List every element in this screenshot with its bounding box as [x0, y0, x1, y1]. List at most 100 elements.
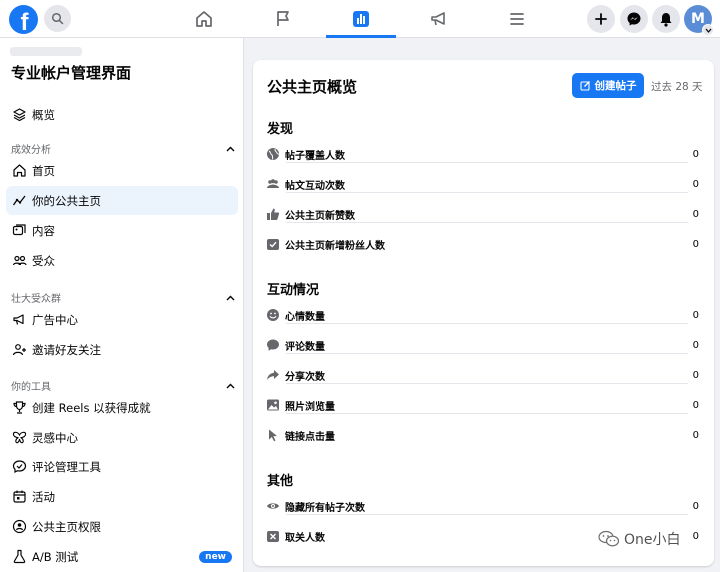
layers-icon: [11, 106, 28, 123]
home-icon: [196, 11, 212, 27]
plus-icon: [595, 13, 607, 25]
sidebar-item-label: 概览: [32, 107, 55, 122]
sidebar-item-inspiration-hub[interactable]: 灵感中心: [6, 423, 238, 452]
share-icon: [265, 367, 281, 383]
metric-label: 隐藏所有帖子次数: [285, 502, 365, 514]
unfollow-icon: [265, 528, 281, 544]
divider: [286, 192, 688, 193]
section-header-your-tools[interactable]: 你的工具: [11, 378, 235, 393]
sidebar-item-label: 首页: [32, 163, 55, 178]
section-title: 壮大受众群: [11, 294, 61, 305]
metric-value: 0: [692, 369, 699, 381]
divider: [286, 514, 688, 515]
flag-icon: [277, 11, 289, 26]
metric-label: 帖文互动次数: [285, 180, 345, 192]
sidebar-item-label: 评论管理工具: [32, 459, 101, 474]
create-post-button[interactable]: 创建帖子: [572, 73, 644, 98]
sidebar-item-ad-center[interactable]: 广告中心: [6, 305, 238, 334]
chevron-up-icon: [226, 295, 235, 300]
divider: [286, 383, 688, 384]
sidebar-item-label: 受众: [32, 253, 55, 268]
sidebar-item-create-reels[interactable]: 创建 Reels 以获得成就: [6, 393, 238, 422]
metric-row[interactable]: 公共主页新增粉丝人数 0: [265, 232, 701, 256]
section-title: 你的工具: [11, 382, 51, 393]
metric-value: 0: [692, 530, 699, 542]
tab-insights[interactable]: [326, 0, 396, 38]
flask-icon: [11, 548, 28, 565]
sidebar-item-label: 创建 Reels 以获得成就: [32, 400, 151, 415]
sidebar-item-audience[interactable]: 受众: [6, 246, 238, 275]
edit-icon: [579, 81, 590, 91]
butterfly-icon: [11, 429, 28, 446]
sidebar-item-your-page[interactable]: 你的公共主页: [6, 186, 238, 215]
tab-home[interactable]: [169, 0, 239, 38]
content-icon: [11, 222, 28, 239]
sidebar-item-label: 内容: [32, 223, 55, 238]
new-badge: new: [199, 550, 232, 563]
metric-value: 0: [692, 339, 699, 351]
account-menu-icon[interactable]: [702, 24, 714, 36]
watermark: One小白: [598, 529, 681, 549]
date-range-selector[interactable]: 过去 28 天: [651, 79, 703, 94]
people-icon: [265, 176, 281, 192]
globe-icon: [265, 146, 281, 162]
menu-icon: [510, 13, 524, 25]
wechat-icon: [598, 530, 620, 547]
sidebar-item-label: 你的公共主页: [32, 193, 101, 208]
page-overview-card: 公共主页概览 创建帖子 过去 28 天 发现 帖子覆盖人数 0 帖文互动次数 0…: [253, 60, 714, 566]
metric-row[interactable]: 链接点击量 0: [265, 423, 701, 447]
create-button[interactable]: [587, 5, 615, 33]
notifications-button[interactable]: [652, 5, 680, 33]
calendar-icon: [11, 488, 28, 505]
sidebar-item-label: 活动: [32, 489, 55, 504]
facebook-logo-icon[interactable]: f: [9, 5, 38, 34]
metric-label: 公共主页新赞数: [285, 210, 355, 222]
group-title-engagement: 互动情况: [267, 283, 320, 298]
follow-check-icon: [265, 236, 281, 252]
sidebar-item-content[interactable]: 内容: [6, 216, 238, 245]
section-header-performance[interactable]: 成效分析: [11, 141, 235, 156]
search-icon[interactable]: [44, 5, 71, 32]
metric-value: 0: [692, 500, 699, 512]
sidebar-item-invite-friends[interactable]: 邀请好友关注: [6, 335, 238, 364]
svg-text:f: f: [21, 9, 30, 34]
comment-icon: [265, 337, 281, 353]
metric-value: 0: [692, 238, 699, 250]
eye-icon: [265, 498, 281, 514]
tab-pages[interactable]: [248, 0, 318, 38]
tab-ads[interactable]: [404, 0, 474, 38]
avatar-initial: M: [691, 11, 705, 27]
metric-label: 照片浏览量: [285, 401, 335, 413]
blurred-page-name: [10, 47, 82, 56]
sidebar-item-page-permissions[interactable]: 公共主页权限: [6, 512, 238, 541]
metric-value: 0: [692, 148, 699, 160]
photo-icon: [265, 397, 281, 413]
sidebar-item-events[interactable]: 活动: [6, 482, 238, 511]
trend-line-icon: [11, 192, 28, 209]
megaphone-icon: [11, 311, 28, 328]
sidebar: 专业帐户管理界面 概览 成效分析 首页 你的公共主页 内容 受众 壮大受众群 广…: [0, 38, 244, 572]
metric-value: 0: [692, 399, 699, 411]
metric-label: 帖子覆盖人数: [285, 150, 345, 162]
metric-value: 0: [692, 178, 699, 190]
create-post-label: 创建帖子: [594, 80, 637, 92]
metric-label: 评论数量: [285, 341, 325, 353]
person-shield-icon: [11, 518, 28, 535]
trophy-icon: [11, 399, 28, 416]
messenger-button[interactable]: [620, 5, 648, 33]
section-header-grow-audience[interactable]: 壮大受众群: [11, 290, 235, 305]
sidebar-item-ab-test[interactable]: A/B 测试 new: [6, 542, 238, 571]
divider: [286, 353, 688, 354]
sidebar-item-label: 公共主页权限: [32, 519, 101, 534]
messenger-icon: [627, 12, 641, 26]
sidebar-item-comment-moderation[interactable]: 评论管理工具: [6, 452, 238, 481]
metric-label: 分享次数: [285, 371, 325, 383]
megaphone-icon: [431, 12, 445, 26]
metric-label: 公共主页新增粉丝人数: [285, 240, 385, 252]
top-navigation-bar: f M: [0, 0, 720, 38]
divider: [286, 323, 688, 324]
metric-label: 链接点击量: [285, 431, 335, 443]
sidebar-item-overview[interactable]: 概览: [6, 100, 238, 129]
tab-menu[interactable]: [482, 0, 552, 38]
sidebar-item-home[interactable]: 首页: [6, 156, 238, 185]
